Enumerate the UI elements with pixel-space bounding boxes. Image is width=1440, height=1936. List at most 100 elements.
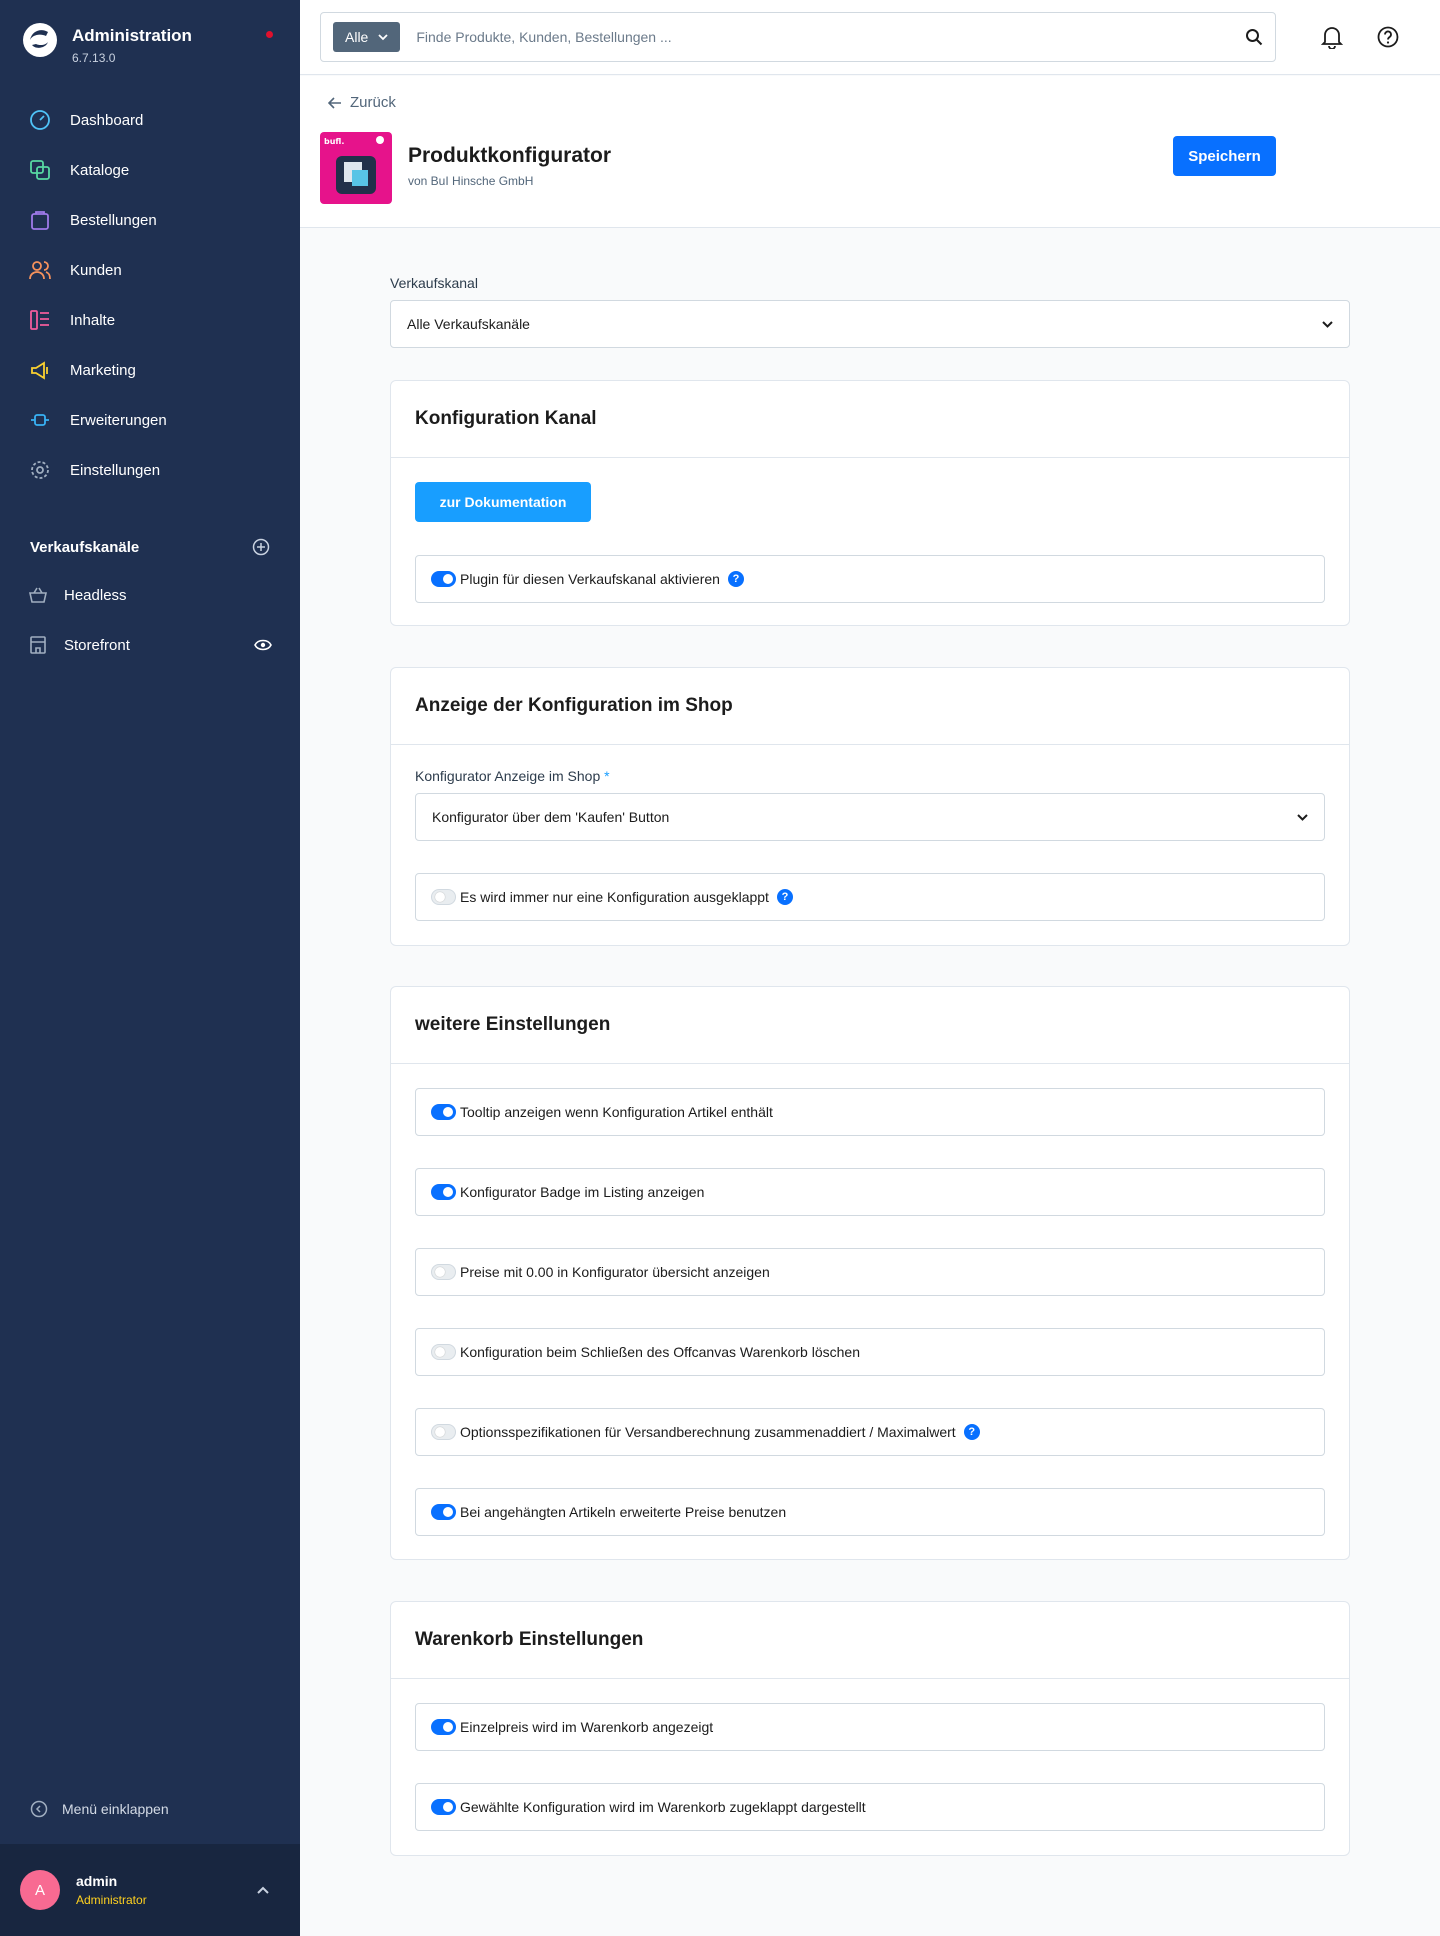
sales-channel-label: Storefront (64, 636, 130, 654)
toggle-row-plugin-active: Plugin für diesen Verkaufskanal aktivier… (415, 555, 1325, 603)
page-title: Produktkonfigurator (408, 144, 611, 167)
chevron-down-icon (378, 33, 388, 40)
user-menu[interactable]: A admin Administrator (0, 1844, 300, 1936)
notification-dot (266, 31, 273, 38)
nav-label: Inhalte (70, 311, 116, 329)
toggle-label: Bei angehängten Artikeln erweiterte Prei… (460, 1504, 787, 1520)
toggle-row-shipping-spec: Optionsspezifikationen für Versandberech… (415, 1408, 1325, 1456)
toggle-label: Einzelpreis wird im Warenkorb angezeigt (460, 1719, 714, 1735)
storefront-icon (30, 636, 46, 654)
card-title: Warenkorb Einstellungen (391, 1602, 1349, 1679)
dashboard-icon (28, 108, 52, 132)
toggle-row-unit-price: Einzelpreis wird im Warenkorb angezeigt (415, 1703, 1325, 1751)
brand[interactable]: Administration 6.7.13.0 (22, 22, 192, 65)
sales-channel-label: Headless (64, 586, 127, 604)
search-icon[interactable] (1245, 28, 1263, 46)
nav-item-catalog[interactable]: Kataloge (0, 145, 300, 195)
catalog-icon (28, 158, 52, 182)
plugin-active-switch[interactable] (431, 571, 456, 587)
app-vendor: von BuI Hinsche GmbH (408, 174, 534, 188)
toggle-label: Es wird immer nur eine Konfiguration aus… (460, 889, 769, 905)
user-role: Administrator (76, 1893, 147, 1907)
toggle-row-single-expanded: Es wird immer nur eine Konfiguration aus… (415, 873, 1325, 921)
chevron-down-icon (1322, 320, 1333, 328)
toggle-row-badge: Konfigurator Badge im Listing anzeigen (415, 1168, 1325, 1216)
app-icon: bufl. (320, 132, 392, 204)
chevron-down-icon (1297, 813, 1308, 821)
eye-icon[interactable] (254, 638, 272, 652)
toggle-row-extended-prices: Bei angehängten Artikeln erweiterte Prei… (415, 1488, 1325, 1536)
single-expanded-switch[interactable] (431, 889, 456, 905)
documentation-button[interactable]: zur Dokumentation (415, 482, 591, 522)
tooltip-switch[interactable] (431, 1104, 456, 1120)
back-link[interactable]: Zurück (328, 94, 396, 111)
back-label: Zurück (350, 94, 396, 111)
help-circle-icon[interactable] (1375, 24, 1401, 50)
sidebar: Administration 6.7.13.0 Dashboard Katalo… (0, 0, 300, 1936)
help-icon[interactable]: ? (776, 889, 793, 905)
configurator-display-select[interactable]: Konfigurator über dem 'Kaufen' Button (415, 793, 1325, 841)
sales-channel-storefront[interactable]: Storefront (0, 620, 300, 670)
chevron-up-icon[interactable] (256, 1885, 270, 1895)
toggle-row-zero-prices: Preise mit 0.00 in Konfigurator übersich… (415, 1248, 1325, 1296)
sales-channel-headless[interactable]: Headless (0, 570, 300, 620)
toggle-label: Gewählte Konfiguration wird im Warenkorb… (460, 1799, 866, 1815)
extensions-icon (28, 408, 52, 432)
nav-item-settings[interactable]: Einstellungen (0, 445, 300, 495)
content-icon (28, 308, 52, 332)
toggle-row-tooltip: Tooltip anzeigen wenn Konfiguration Arti… (415, 1088, 1325, 1136)
search-type-dropdown[interactable]: Alle (333, 22, 401, 52)
field-label-text: Konfigurator Anzeige im Shop (415, 768, 601, 784)
page-header: Zurück bufl. Produktkonfigurator von BuI… (300, 76, 1440, 228)
main-nav: Dashboard Kataloge Bestellungen Kunden I… (0, 95, 300, 495)
add-sales-channel-icon[interactable] (252, 538, 270, 556)
card-title: weitere Einstellungen (391, 987, 1349, 1064)
nav-label: Kataloge (70, 161, 130, 179)
card-title: Konfiguration Kanal (391, 381, 1349, 458)
card-title: Anzeige der Konfiguration im Shop (391, 668, 1349, 745)
nav-item-dashboard[interactable]: Dashboard (0, 95, 300, 145)
save-button[interactable]: Speichern (1173, 136, 1276, 176)
nav-item-content[interactable]: Inhalte (0, 295, 300, 345)
card-cart-settings: Warenkorb Einstellungen Einzelpreis wird… (390, 1601, 1350, 1856)
top-bar: Alle (300, 0, 1440, 75)
toggle-row-collapsed-config: Gewählte Konfiguration wird im Warenkorb… (415, 1783, 1325, 1831)
collapsed-config-switch[interactable] (431, 1799, 456, 1815)
nav-item-orders[interactable]: Bestellungen (0, 195, 300, 245)
nav-label: Dashboard (70, 111, 144, 129)
marketing-icon (28, 358, 52, 382)
nav-item-customers[interactable]: Kunden (0, 245, 300, 295)
app-title: Administration (72, 26, 192, 45)
extended-prices-switch[interactable] (431, 1504, 456, 1520)
help-icon[interactable]: ? (727, 571, 744, 587)
toggle-row-offcanvas-clear: Konfiguration beim Schließen des Offcanv… (415, 1328, 1325, 1376)
collapse-menu-button[interactable]: Menü einklappen (30, 1800, 169, 1818)
nav-item-extensions[interactable]: Erweiterungen (0, 395, 300, 445)
shipping-spec-switch[interactable] (431, 1424, 456, 1440)
toggle-label: Preise mit 0.00 in Konfigurator übersich… (460, 1264, 770, 1280)
basket-icon (29, 587, 47, 603)
customers-icon (28, 258, 52, 282)
toggle-label: Konfiguration beim Schließen des Offcanv… (460, 1344, 860, 1360)
offcanvas-clear-switch[interactable] (431, 1344, 456, 1360)
nav-item-marketing[interactable]: Marketing (0, 345, 300, 395)
bell-icon[interactable] (1319, 24, 1345, 50)
shopware-logo-icon (23, 23, 57, 57)
sales-channel-list: Headless Storefront (0, 570, 300, 670)
orders-icon (28, 208, 52, 232)
nav-label: Bestellungen (70, 211, 157, 229)
help-icon[interactable]: ? (963, 1424, 980, 1440)
unit-price-switch[interactable] (431, 1719, 456, 1735)
badge-switch[interactable] (431, 1184, 456, 1200)
toggle-label: Optionsspezifikationen für Versandberech… (460, 1424, 956, 1440)
nav-label: Erweiterungen (70, 411, 167, 429)
zero-prices-switch[interactable] (431, 1264, 456, 1280)
toggle-label: Plugin für diesen Verkaufskanal aktivier… (460, 571, 720, 587)
global-search: Alle (320, 12, 1276, 62)
avatar: A (20, 1870, 60, 1910)
card-more-settings: weitere Einstellungen Tooltip anzeigen w… (390, 986, 1350, 1560)
search-input[interactable] (416, 29, 1245, 45)
configurator-display-value: Konfigurator über dem 'Kaufen' Button (432, 809, 670, 825)
toggle-label: Tooltip anzeigen wenn Konfiguration Arti… (460, 1104, 773, 1120)
sales-channel-select[interactable]: Alle Verkaufskanäle (390, 300, 1350, 348)
